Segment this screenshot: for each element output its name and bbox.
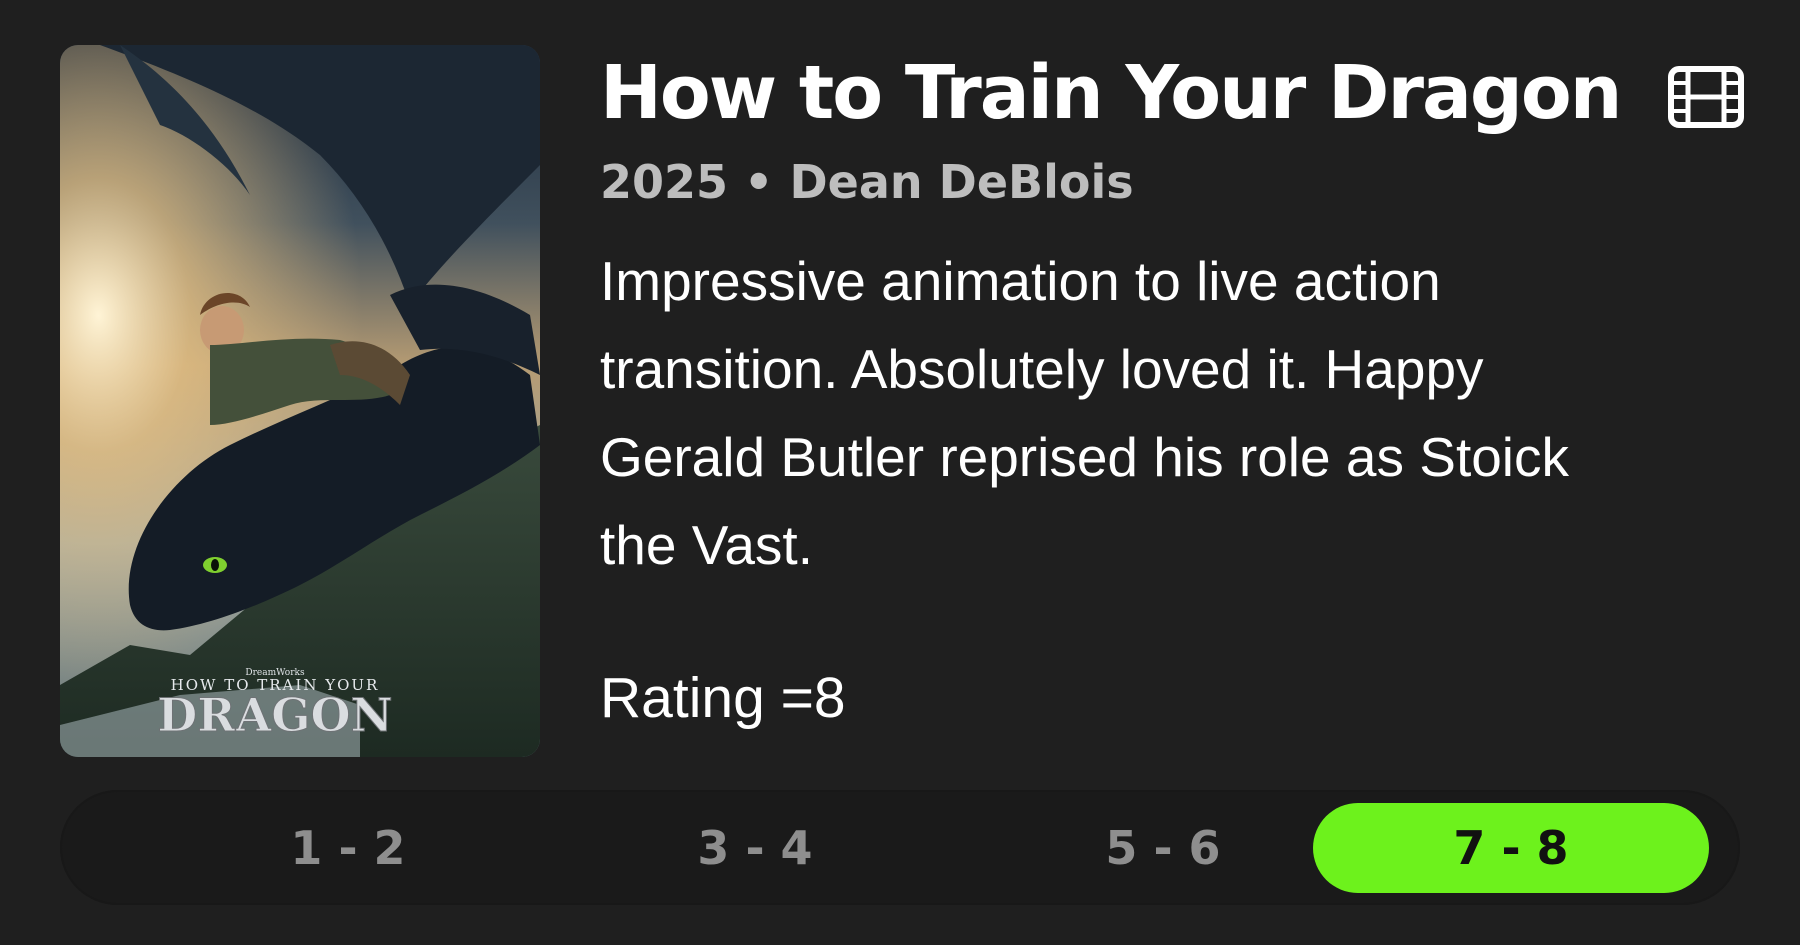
- poster-wordmark-text: DRAGON: [157, 688, 392, 742]
- rating-range-5-6[interactable]: 5 - 6: [965, 803, 1361, 893]
- film-icon-graphic: [1668, 66, 1744, 128]
- film-icon[interactable]: [1668, 66, 1744, 128]
- movie-card: DreamWorks HOW TO TRAIN YOUR DRAGON How …: [0, 0, 1800, 945]
- movie-meta: 2025 • Dean DeBlois: [600, 155, 1134, 209]
- movie-rating: Rating =8: [600, 666, 846, 730]
- poster-artwork: DreamWorks HOW TO TRAIN YOUR DRAGON: [60, 45, 540, 757]
- rating-range-3-4[interactable]: 3 - 4: [557, 803, 953, 893]
- movie-review: Impressive animation to live action tran…: [600, 250, 1570, 576]
- rating-range-1-2[interactable]: 1 - 2: [150, 803, 546, 893]
- movie-title: How to Train Your Dragon: [600, 50, 1622, 136]
- movie-poster: DreamWorks HOW TO TRAIN YOUR DRAGON: [60, 45, 540, 757]
- rating-range-selector: 1 - 2 3 - 4 5 - 6 7 - 8: [60, 790, 1740, 905]
- rating-range-7-8[interactable]: 7 - 8: [1313, 803, 1709, 893]
